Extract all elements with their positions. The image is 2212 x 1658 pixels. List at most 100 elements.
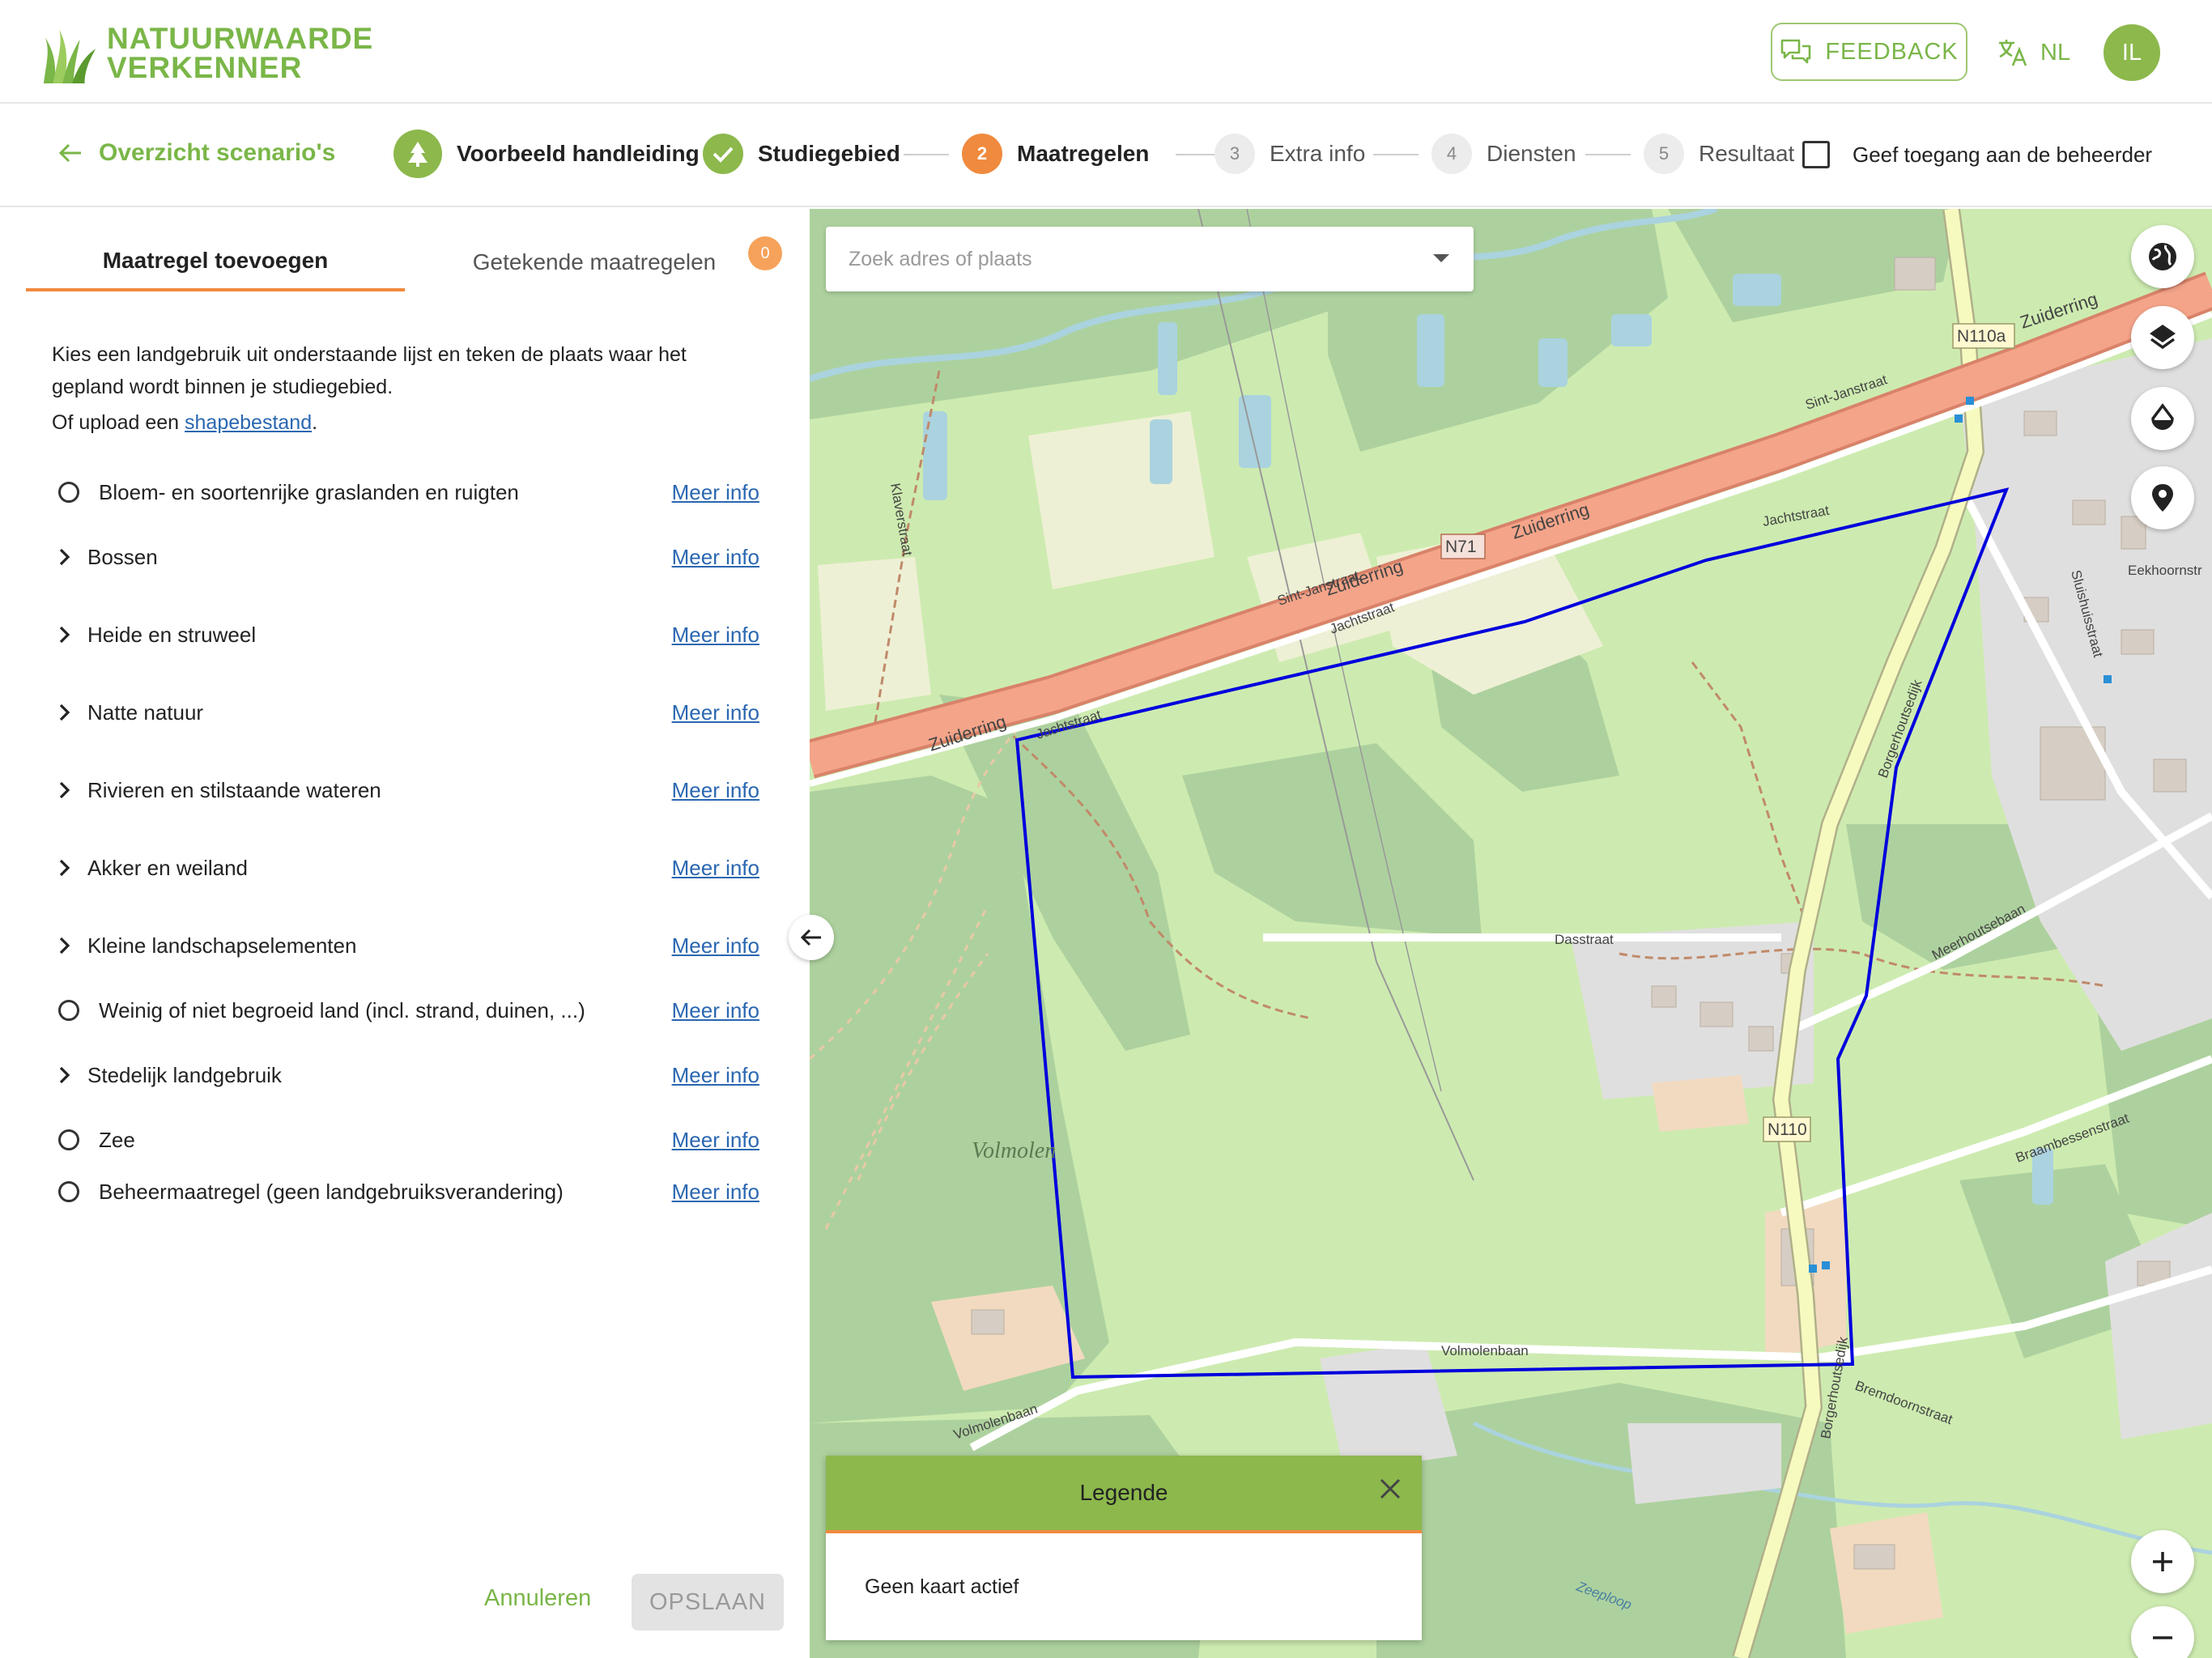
drawn-count-badge: 0 bbox=[748, 236, 782, 270]
app-logo[interactable]: NATUURWAARDE VERKENNER bbox=[39, 21, 373, 86]
upload-line: Of upload een shapebestand. bbox=[52, 411, 317, 435]
address-search-input[interactable]: Zoek adres of plaats bbox=[826, 227, 1474, 291]
road-shield-n110: N110 bbox=[1767, 1120, 1807, 1139]
tab-maatregel-toevoegen[interactable]: Maatregel toevoegen bbox=[26, 233, 405, 291]
back-link-label: Overzicht scenario's bbox=[99, 139, 336, 166]
opacity-button[interactable] bbox=[2131, 387, 2194, 450]
road-label-dasstraat: Dasstraat bbox=[1555, 932, 1614, 947]
location-button[interactable] bbox=[2131, 466, 2194, 529]
logo-line-1: NATUURWAARDE bbox=[107, 22, 374, 55]
more-info-link[interactable]: Meer info bbox=[672, 778, 759, 803]
list-item[interactable]: Bossen Meer info bbox=[58, 538, 759, 576]
save-button[interactable]: OPSLAAN bbox=[632, 1574, 784, 1630]
admin-access-label: Geef toegang aan de beheerder bbox=[1853, 142, 2153, 167]
legend-panel: Legende Geen kaart actief bbox=[826, 1456, 1422, 1640]
list-item[interactable]: Kleine landschapselementen Meer info bbox=[58, 926, 759, 965]
language-switcher[interactable]: NL bbox=[1997, 32, 2070, 73]
zoom-in-button[interactable] bbox=[2131, 1530, 2194, 1593]
more-info-link[interactable]: Meer info bbox=[672, 480, 759, 505]
step-maatregelen[interactable]: 2 Maatregelen bbox=[962, 130, 1149, 178]
chevron-right-icon[interactable] bbox=[58, 780, 79, 800]
tab-getekende-maatregelen[interactable]: Getekende maatregelen bbox=[405, 233, 784, 291]
radio-button[interactable] bbox=[58, 1000, 79, 1021]
minus-icon bbox=[2153, 1636, 2172, 1639]
radio-button[interactable] bbox=[58, 1129, 79, 1150]
more-info-link[interactable]: Meer info bbox=[672, 998, 759, 1023]
legend-empty-text: Geen kaart actief bbox=[865, 1575, 1019, 1598]
collapse-panel-button[interactable] bbox=[789, 915, 834, 960]
radio-button[interactable] bbox=[58, 1181, 79, 1202]
map-view[interactable]: Zuiderring Zuiderring Zuiderring Zuiderr… bbox=[810, 209, 2212, 1658]
layers-button[interactable] bbox=[2131, 306, 2194, 369]
chat-bubbles-icon bbox=[1781, 39, 1811, 64]
more-info-link[interactable]: Meer info bbox=[672, 700, 759, 725]
logo-line-2: VERKENNER bbox=[107, 51, 303, 84]
list-item[interactable]: Natte natuur Meer info bbox=[58, 693, 759, 732]
more-info-link[interactable]: Meer info bbox=[672, 933, 759, 959]
step-label: Voorbeeld handleiding bbox=[457, 141, 700, 166]
translate-icon bbox=[1999, 40, 2027, 66]
admin-access-toggle[interactable]: Geef toegang aan de beheerder bbox=[1802, 141, 2152, 168]
chevron-right-icon[interactable] bbox=[58, 547, 79, 567]
feedback-button[interactable]: FEEDBACK bbox=[1771, 23, 1967, 81]
more-info-link[interactable]: Meer info bbox=[672, 1063, 759, 1088]
list-item-label: Natte natuur bbox=[87, 699, 204, 725]
user-avatar[interactable]: IL bbox=[2104, 24, 2160, 81]
close-icon[interactable] bbox=[1378, 1477, 1402, 1501]
step-voorbeeld-handleiding[interactable]: Voorbeeld handleiding bbox=[393, 130, 700, 178]
basemap-globe-button[interactable] bbox=[2131, 225, 2194, 288]
list-item[interactable]: Heide en struweel Meer info bbox=[58, 615, 759, 654]
app-header: NATUURWAARDE VERKENNER FEEDBACK NL IL bbox=[0, 0, 2212, 104]
check-icon bbox=[703, 134, 743, 174]
list-item-label: Weinig of niet begroeid land (incl. stra… bbox=[99, 997, 585, 1022]
legend-title: Legende bbox=[826, 1456, 1422, 1533]
chevron-right-icon[interactable] bbox=[58, 936, 79, 955]
step-extra-info[interactable]: 3 Extra info bbox=[1214, 130, 1365, 178]
list-item[interactable]: Akker en weiland Meer info bbox=[58, 848, 759, 887]
back-to-scenarios-link[interactable]: Overzicht scenario's bbox=[58, 139, 335, 167]
chevron-right-icon[interactable] bbox=[58, 703, 79, 722]
list-item[interactable]: Weinig of niet begroeid land (incl. stra… bbox=[58, 991, 759, 1030]
list-item[interactable]: Rivieren en stilstaande wateren Meer inf… bbox=[58, 771, 759, 810]
shapefile-upload-link[interactable]: shapebestand bbox=[185, 411, 312, 434]
upload-prefix: Of upload een bbox=[52, 411, 185, 434]
step-number: 5 bbox=[1644, 134, 1684, 174]
admin-access-checkbox[interactable] bbox=[1802, 141, 1830, 168]
place-label-volmolen: Volmolen bbox=[972, 1138, 1056, 1163]
cancel-button[interactable]: Annuleren bbox=[484, 1585, 591, 1612]
chevron-right-icon[interactable] bbox=[58, 1065, 79, 1085]
more-info-link[interactable]: Meer info bbox=[672, 623, 759, 648]
list-item[interactable]: Beheermaatregel (geen landgebruiksverand… bbox=[58, 1172, 759, 1211]
more-info-link[interactable]: Meer info bbox=[672, 1128, 759, 1153]
list-item[interactable]: Bloem- en soortenrijke graslanden en rui… bbox=[58, 473, 759, 512]
step-label: Diensten bbox=[1487, 141, 1576, 166]
step-number: 3 bbox=[1214, 134, 1255, 174]
dropdown-caret-icon[interactable] bbox=[1433, 254, 1449, 262]
chevron-right-icon[interactable] bbox=[58, 858, 79, 878]
step-label: Studiegebied bbox=[758, 141, 900, 166]
basemap[interactable]: Zuiderring Zuiderring Zuiderring Zuiderr… bbox=[810, 209, 2212, 1658]
step-number: 4 bbox=[1431, 134, 1472, 174]
list-item-label: Heide en struweel bbox=[87, 622, 257, 647]
step-studiegebied[interactable]: Studiegebied bbox=[703, 130, 900, 178]
grass-logo-icon bbox=[43, 29, 96, 84]
more-info-link[interactable]: Meer info bbox=[672, 856, 759, 881]
step-diensten[interactable]: 4 Diensten bbox=[1431, 130, 1576, 178]
step-resultaat[interactable]: 5 Resultaat bbox=[1644, 130, 1794, 178]
step-connector bbox=[1585, 154, 1631, 155]
chevron-right-icon[interactable] bbox=[58, 625, 79, 644]
radio-button[interactable] bbox=[58, 482, 79, 503]
layers-icon bbox=[2150, 325, 2176, 350]
measures-panel: Maatregel toevoegen Getekende maatregele… bbox=[0, 209, 810, 1658]
road-label-eekhoornstraat: Eekhoornstr bbox=[2128, 563, 2202, 578]
list-item[interactable]: Stedelijk landgebruik Meer info bbox=[58, 1056, 759, 1095]
list-item-label: Kleine landschapselementen bbox=[87, 933, 357, 958]
list-item-label: Akker en weiland bbox=[87, 855, 248, 880]
list-item-label: Bossen bbox=[87, 544, 158, 569]
more-info-link[interactable]: Meer info bbox=[672, 545, 759, 570]
globe-icon bbox=[2149, 243, 2176, 270]
step-label: Maatregelen bbox=[1017, 141, 1150, 166]
plus-icon bbox=[2153, 1552, 2172, 1571]
list-item[interactable]: Zee Meer info bbox=[58, 1120, 759, 1159]
more-info-link[interactable]: Meer info bbox=[672, 1180, 759, 1205]
